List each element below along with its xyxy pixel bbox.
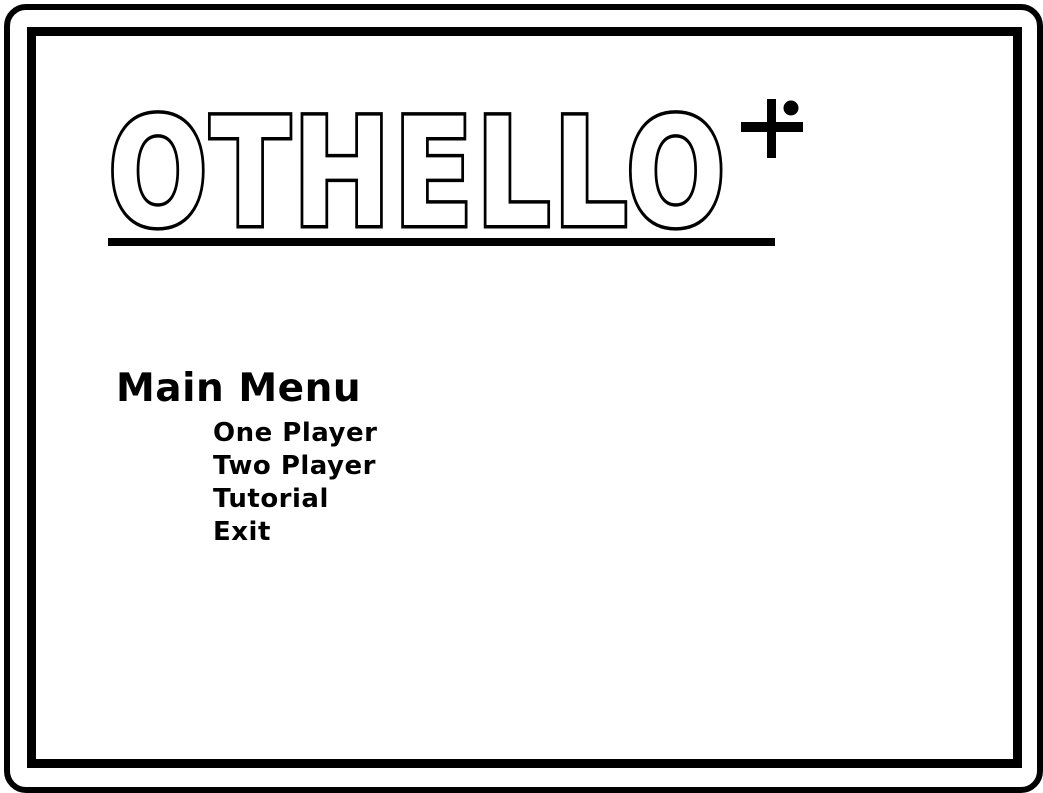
title-underline: [108, 238, 775, 246]
menu-item-two-player[interactable]: Two Player: [213, 450, 377, 483]
game-title: OTHELLO: [108, 96, 728, 246]
menu-item-exit[interactable]: Exit: [213, 516, 377, 549]
main-menu-list: One Player Two Player Tutorial Exit: [213, 417, 377, 549]
logo-svg: OTHELLO: [105, 96, 803, 246]
main-menu-heading: Main Menu: [116, 366, 362, 411]
game-logo: OTHELLO: [104, 96, 804, 246]
menu-item-tutorial[interactable]: Tutorial: [213, 483, 377, 516]
menu-item-one-player[interactable]: One Player: [213, 417, 377, 450]
plus-symbol-icon: [741, 97, 803, 158]
